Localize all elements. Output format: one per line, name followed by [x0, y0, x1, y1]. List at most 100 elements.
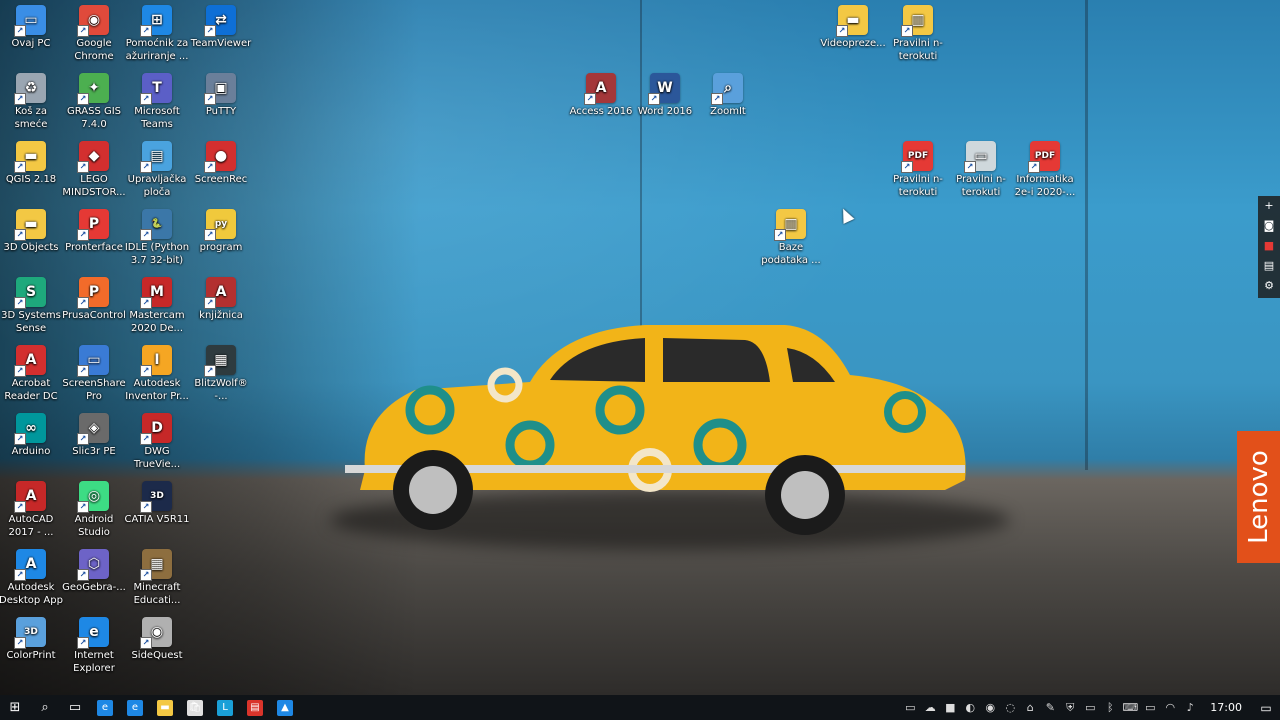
desktop-icon[interactable]: P ↗ PrusaControl	[61, 277, 127, 322]
3d-objects-folder-icon: ▬ ↗	[14, 209, 46, 241]
desktop-icon[interactable]: ▭ ↗ Pravilni n-terokuti	[948, 141, 1014, 199]
desktop-icon[interactable]: 3D ↗ ColorPrint	[0, 617, 64, 662]
desktop-icon[interactable]: ⌕ ↗ ZoomIt	[695, 73, 761, 118]
desktop-icon-label: ColorPrint	[6, 650, 56, 661]
desktop-icon[interactable]: P ↗ Pronterface	[61, 209, 127, 254]
desktop-icon-label: TeamViewer	[190, 38, 252, 49]
desktop-icon[interactable]: ◈ ↗ Slic3r PE	[61, 413, 127, 458]
desktop-icon[interactable]: ⬡ ↗ GeoGebra-...	[61, 549, 127, 594]
desktop-icon[interactable]: ∞ ↗ Arduino	[0, 413, 64, 458]
desktop-icon[interactable]: ▬ ↗ 3D Objects	[0, 209, 64, 254]
taskbar-app[interactable]: ▬	[150, 695, 180, 720]
desktop-icon[interactable]: ▦ ↗ Minecraft Educati...	[124, 549, 190, 607]
onedrive-icon[interactable]: ☁	[920, 695, 940, 720]
desktop-icon[interactable]: A ↗ Acrobat Reader DC	[0, 345, 64, 403]
slic3r-icon: ◈ ↗	[77, 413, 109, 445]
desktop-icon[interactable]: A ↗ knjižnica	[188, 277, 254, 322]
desktop-icon[interactable]: e ↗ Internet Explorer	[61, 617, 127, 675]
task-view-button[interactable]: ▭	[60, 695, 90, 720]
record-icon[interactable]: ■	[940, 695, 960, 720]
taskbar-app[interactable]: ▤	[240, 695, 270, 720]
icon-glyph: ▬	[24, 215, 38, 232]
lenovo-brand-tab[interactable]: Lenovo	[1237, 431, 1280, 563]
shield-icon[interactable]: ⛨	[1060, 695, 1080, 720]
bitbucket-icon[interactable]: ⌂	[1020, 695, 1040, 720]
desktop-icon[interactable]: ● ↗ ScreenRec	[188, 141, 254, 186]
taskbar-app[interactable]: ▲	[270, 695, 300, 720]
shortcut-arrow-icon: ↗	[140, 297, 152, 309]
icon-glyph: ▣	[214, 79, 228, 96]
desktop-icon[interactable]: A ↗ AutoCAD 2017 - ...	[0, 481, 64, 539]
desktop-icon[interactable]: ◉ ↗ SideQuest	[124, 617, 190, 662]
desktop-icon[interactable]: ♻ ↗ Koš za smeće	[0, 73, 64, 131]
geogebra-icon: ⬡ ↗	[77, 549, 109, 581]
desktop-icon[interactable]: ◉ ↗ Google Chrome	[61, 5, 127, 63]
gear-icon[interactable]: ⚙	[1261, 278, 1277, 294]
wifi-icon[interactable]: ◠	[1160, 695, 1180, 720]
action-center-icon[interactable]: ▭	[1252, 695, 1280, 720]
battery-icon[interactable]: ▭	[1140, 695, 1160, 720]
chat-icon[interactable]: ▭	[900, 695, 920, 720]
dwg-trueview-icon: D ↗	[140, 413, 172, 445]
desktop-icon[interactable]: ⇄ ↗ TeamViewer	[188, 5, 254, 50]
taskbar-app[interactable]: 🛍	[180, 695, 210, 720]
desktop-icon[interactable]: py ↗ program	[188, 209, 254, 254]
hdd-icon[interactable]: ▭	[1080, 695, 1100, 720]
taskbar-app[interactable]: L	[210, 695, 240, 720]
taskbar-app[interactable]: e	[120, 695, 150, 720]
start-button[interactable]: ⊞	[0, 695, 30, 720]
chrome-icon[interactable]: ◉	[980, 695, 1000, 720]
desktop-icon[interactable]: A ↗ Autodesk Desktop App	[0, 549, 64, 607]
store-icon: 🛍	[187, 699, 203, 716]
shortcut-arrow-icon: ↗	[77, 297, 89, 309]
colorprint-icon: 3D ↗	[14, 617, 46, 649]
desktop-icon[interactable]: A ↗ Access 2016	[568, 73, 634, 118]
desktop-icon[interactable]: ▥ ↗ Pravilni n-terokuti	[885, 5, 951, 63]
taskbar-app[interactable]: e	[90, 695, 120, 720]
desktop-icon[interactable]: 3D ↗ CATIA V5R11	[124, 481, 190, 526]
desktop-icon[interactable]: ▬ ↗ Videopreze...	[820, 5, 886, 50]
desktop-icon[interactable]: ▭ ↗ Ovaj PC	[0, 5, 64, 50]
desktop-icon[interactable]: M ↗ Mastercam 2020 De...	[124, 277, 190, 335]
camera-icon[interactable]: ◙	[1261, 218, 1277, 234]
bluetooth-icon[interactable]: ᛒ	[1100, 695, 1120, 720]
desktop-icon[interactable]: ▦ ↗ BlitzWolf® -...	[188, 345, 254, 403]
volume-icon[interactable]: ♪	[1180, 695, 1200, 720]
shortcut-arrow-icon: ↗	[14, 501, 26, 513]
l-app-icon: L	[217, 699, 233, 716]
app-icon[interactable]: ◌	[1000, 695, 1020, 720]
desktop-icon[interactable]: D ↗ DWG TrueVie...	[124, 413, 190, 471]
desktop-icon[interactable]: PDF ↗ Pravilni n-terokuti	[885, 141, 951, 199]
desktop-icon-label: AutoCAD 2017 - ...	[8, 514, 54, 538]
desktop-icon[interactable]: W ↗ Word 2016	[632, 73, 698, 118]
desktop-icon[interactable]: ▤ ↗ Upravljačka ploča	[124, 141, 190, 199]
desktop-icon[interactable]: 🐍 ↗ IDLE (Python 3.7 32-bit)	[124, 209, 190, 267]
desktop-icon[interactable]: ▥ ↗ Baze podataka ...	[758, 209, 824, 267]
desktop-icon-label: GRASS GIS 7.4.0	[66, 106, 122, 130]
network-app-icon[interactable]: ◐	[960, 695, 980, 720]
desktop-icon[interactable]: I ↗ Autodesk Inventor Pr...	[124, 345, 190, 403]
gallery-icon[interactable]: ▤	[1261, 258, 1277, 274]
desktop-icon[interactable]: ▣ ↗ PuTTY	[188, 73, 254, 118]
desktop-icon[interactable]: ◎ ↗ Android Studio	[61, 481, 127, 539]
desktop-icon-label: 3D Systems Sense	[1, 310, 61, 334]
search-button[interactable]: ⌕	[30, 695, 60, 720]
desktop-icon-label: Access 2016	[569, 106, 633, 117]
zoomit-icon: ⌕ ↗	[711, 73, 743, 105]
red-app-icon: ▤	[247, 699, 263, 716]
desktop-icon[interactable]: ◆ ↗ LEGO MINDSTOR...	[61, 141, 127, 199]
plus-icon[interactable]: +	[1261, 198, 1277, 214]
desktop-icon[interactable]: T ↗ Microsoft Teams	[124, 73, 190, 131]
desktop-icon-label: Slic3r PE	[72, 446, 116, 457]
desktop-icon[interactable]: ⊞ ↗ Pomoćnik za ažuriranje ...	[124, 5, 190, 63]
icon-glyph: 3D	[150, 490, 164, 501]
video-record-icon[interactable]: ■	[1261, 238, 1277, 254]
desktop-icon[interactable]: ✦ ↗ GRASS GIS 7.4.0	[61, 73, 127, 131]
keyboard-icon[interactable]: ⌨	[1120, 695, 1140, 720]
desktop-icon[interactable]: S ↗ 3D Systems Sense	[0, 277, 64, 335]
paint-icon[interactable]: ✎	[1040, 695, 1060, 720]
desktop-icon[interactable]: ▬ ↗ QGIS 2.18	[0, 141, 64, 186]
clock[interactable]: 17:00	[1200, 701, 1252, 714]
desktop-icon[interactable]: ▭ ↗ ScreenShare Pro	[61, 345, 127, 403]
desktop-icon[interactable]: PDF ↗ Informatika 2e-i 2020-...	[1012, 141, 1078, 199]
